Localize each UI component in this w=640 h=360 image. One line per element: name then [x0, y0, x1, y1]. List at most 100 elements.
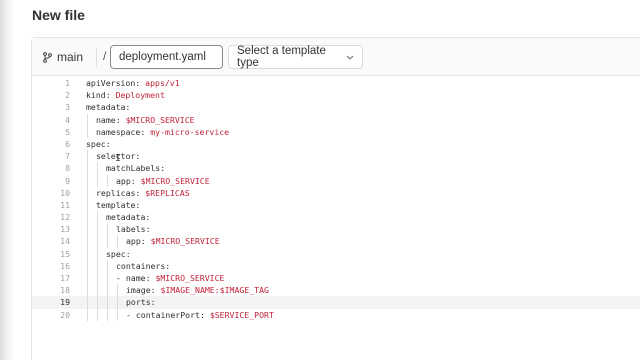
code-line[interactable]: 20 - containerPort: $SERVICE_PORT: [32, 308, 640, 321]
indent-guide: [106, 223, 116, 236]
line-number: 18: [60, 285, 70, 296]
indent-guide: [96, 247, 106, 261]
indent-guide: [106, 308, 116, 321]
line-content: namespace: my-micro-service: [86, 125, 230, 139]
yaml-value: $SERVICE_PORT: [209, 309, 274, 320]
indent-guide: [116, 235, 126, 248]
indent-guide: [96, 308, 106, 321]
indent-guide: [106, 296, 116, 309]
yaml-key: labels:: [116, 224, 151, 235]
indent-guide: [96, 235, 106, 248]
page-title: New file: [32, 7, 85, 23]
line-content: image: $IMAGE_NAME:$IMAGE_TAG: [86, 284, 269, 297]
filename-input[interactable]: [110, 45, 223, 69]
indent-guide: [86, 223, 96, 236]
code-line[interactable]: 14 app: $MICRO_SERVICE: [32, 235, 640, 248]
toolbar-divider: [96, 47, 97, 67]
yaml-key: template:: [96, 199, 141, 210]
code-line[interactable]: 6 spec:: [32, 138, 640, 150]
indent-guide: [116, 308, 126, 321]
yaml-value: $MICRO_SERVICE: [150, 236, 220, 247]
code-line[interactable]: 11 template:: [32, 198, 640, 212]
code-editor[interactable]: 1 apiVersion: apps/v1 2 kind: Deployment 3 me…: [32, 77, 640, 360]
line-content: selector:: [86, 150, 140, 163]
line-number: 2: [65, 90, 70, 101]
line-content: containers:: [86, 259, 171, 273]
indent-guide: [96, 211, 106, 224]
yaml-value: Deployment: [115, 90, 165, 101]
code-line[interactable]: 7 selector:: [32, 150, 640, 163]
yaml-key: namespace:: [96, 126, 151, 137]
code-line[interactable]: 3 metadata:: [32, 101, 640, 113]
indent-guide: [86, 259, 96, 273]
line-content: spec:: [86, 138, 111, 150]
line-content: kind: Deployment: [86, 89, 165, 101]
line-number: 13: [60, 224, 70, 235]
line-number: 3: [65, 102, 70, 113]
line-number: 19: [60, 297, 70, 308]
yaml-value: $MICRO_SERVICE: [155, 273, 225, 283]
yaml-key: - containerPort:: [126, 309, 210, 320]
indent-guide: [106, 235, 116, 248]
code-line[interactable]: 9 app: $MICRO_SERVICE: [32, 174, 640, 187]
yaml-key: apiVersion:: [86, 78, 146, 88]
yaml-value: apps/v1: [145, 78, 180, 88]
yaml-value: $MICRO_SERVICE: [140, 175, 210, 186]
line-number: 5: [65, 126, 70, 137]
line-number: 20: [60, 309, 70, 320]
code-line[interactable]: 1 apiVersion: apps/v1: [32, 77, 640, 89]
indent-guide: [96, 284, 106, 297]
code-line[interactable]: 13 labels:: [32, 223, 640, 236]
line-content: labels:: [86, 223, 151, 236]
indent-guide: [86, 211, 96, 224]
line-number: 9: [65, 175, 70, 186]
yaml-value: my-micro-service: [150, 126, 230, 137]
line-content: replicas: $REPLICAS: [86, 186, 190, 200]
git-branch-icon: [43, 51, 52, 63]
indent-guide: [116, 284, 126, 297]
code-line[interactable]: 2 kind: Deployment: [32, 89, 640, 101]
line-content: metadata:: [86, 101, 130, 113]
file-editor: main / Select a template type 1 apiVersio…: [31, 37, 640, 360]
line-number: 7: [65, 151, 70, 162]
indent-guide: [86, 113, 96, 126]
yaml-value: $MICRO_SERVICE: [125, 114, 195, 125]
code-line[interactable]: 19 ports:: [32, 296, 640, 309]
yaml-key: - name:: [116, 273, 156, 283]
indent-guide: [96, 162, 106, 175]
branch-selector[interactable]: main: [43, 49, 83, 65]
indent-guide: [106, 174, 116, 187]
indent-guide: [106, 272, 116, 285]
line-number: 8: [65, 163, 70, 174]
indent-guide: [86, 125, 96, 139]
line-number: 10: [60, 187, 70, 198]
code-line[interactable]: 15 spec:: [32, 247, 640, 261]
indent-guide: [96, 174, 106, 187]
yaml-key: app:: [116, 175, 141, 186]
code-line[interactable]: 8 matchLabels:: [32, 162, 640, 175]
line-number: 4: [65, 114, 70, 125]
line-content: ports:: [86, 296, 156, 309]
indent-guide: [96, 296, 106, 309]
code-line[interactable]: 10 replicas: $REPLICAS: [32, 186, 640, 200]
line-number: 12: [60, 212, 70, 223]
code-line[interactable]: 17 - name: $MICRO_SERVICE: [32, 272, 640, 285]
yaml-key: ports:: [126, 297, 156, 308]
code-line[interactable]: 4 name: $MICRO_SERVICE: [32, 113, 640, 126]
yaml-key: replicas:: [96, 187, 146, 198]
code-line[interactable]: 12 metadata:: [32, 211, 640, 224]
code-line[interactable]: 16 containers:: [32, 259, 640, 273]
code-line[interactable]: 5 namespace: my-micro-service: [32, 125, 640, 139]
line-content: name: $MICRO_SERVICE: [86, 113, 195, 126]
indent-guide: [106, 284, 116, 297]
yaml-key: containers:: [116, 260, 171, 271]
template-type-dropdown[interactable]: Select a template type: [228, 45, 363, 69]
line-number: 17: [60, 273, 70, 283]
indent-guide: [86, 150, 96, 163]
line-number: 14: [60, 236, 70, 247]
code-line[interactable]: 18 image: $IMAGE_NAME:$IMAGE_TAG: [32, 284, 640, 297]
yaml-value: $REPLICAS: [145, 187, 190, 198]
yaml-value: $IMAGE_NAME:$IMAGE_TAG: [160, 285, 269, 296]
indent-guide: [96, 259, 106, 273]
line-number: 11: [60, 199, 70, 210]
